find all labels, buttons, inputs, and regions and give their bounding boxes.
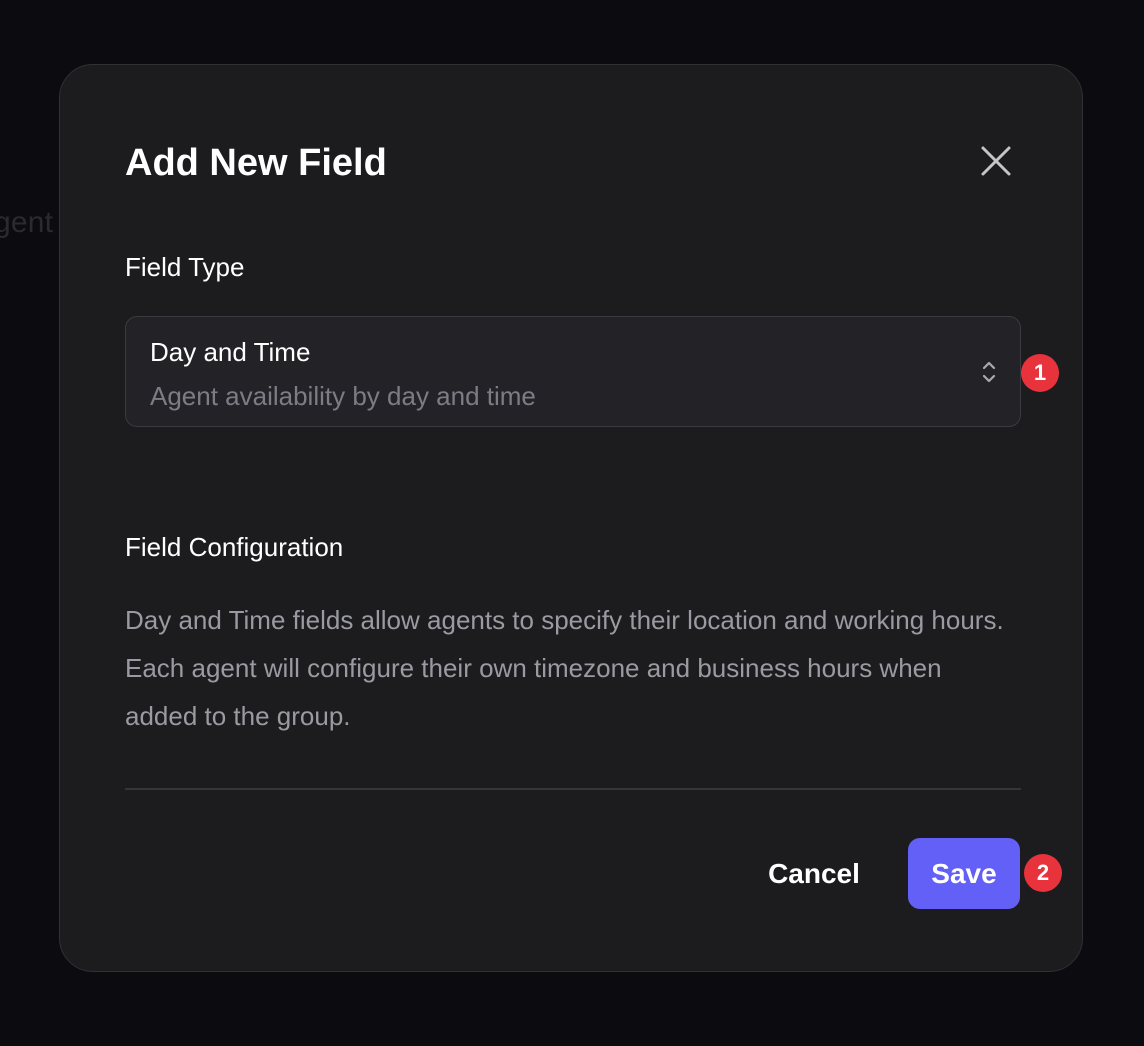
modal-title: Add New Field — [125, 142, 387, 184]
save-button[interactable]: Save — [908, 838, 1020, 909]
annotation-badge-2: 2 — [1024, 854, 1062, 892]
cancel-button[interactable]: Cancel — [740, 839, 888, 909]
divider — [125, 788, 1021, 790]
field-type-selected-value: Day and Time — [150, 337, 311, 367]
close-button[interactable] — [978, 143, 1014, 179]
field-configuration-label: Field Configuration — [125, 532, 344, 562]
add-field-modal: Add New Field Field Type Day and Time Ag… — [59, 64, 1083, 972]
field-type-selected-description: Agent availability by day and time — [150, 381, 536, 411]
field-type-label: Field Type — [125, 252, 245, 282]
field-type-select[interactable]: Day and Time Agent availability by day a… — [125, 316, 1021, 427]
annotation-badge-1: 1 — [1021, 354, 1059, 392]
chevron-up-down-icon — [982, 361, 996, 383]
close-icon — [981, 146, 1011, 176]
field-configuration-description: Day and Time fields allow agents to spec… — [125, 605, 1004, 731]
background-text-fragment: gent — [0, 206, 54, 239]
